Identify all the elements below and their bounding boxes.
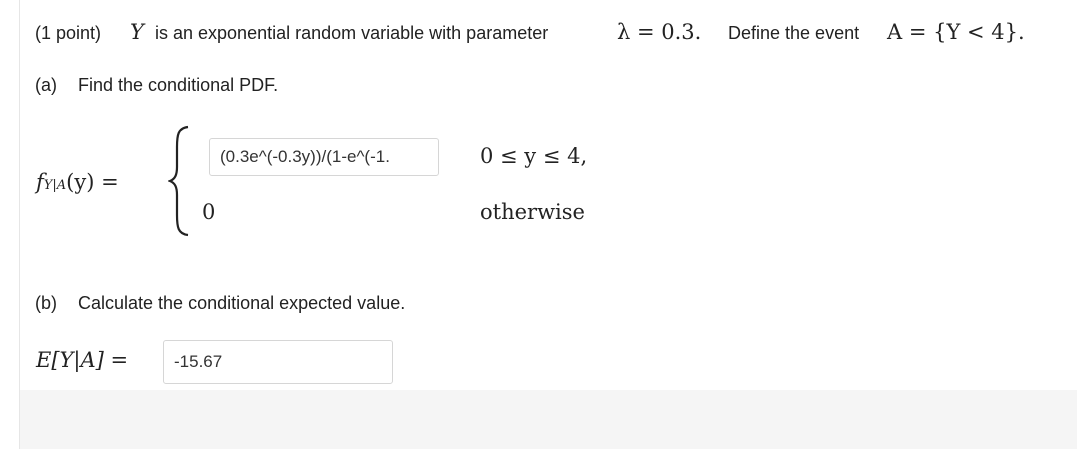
part-b-text: Calculate the conditional expected value… (78, 293, 406, 313)
define-event-text: Define the event (728, 23, 860, 43)
pdf-lhs: fY|A(y) = (36, 170, 119, 194)
intro-text: is an exponential random variable with p… (155, 23, 549, 43)
problem-card: (1 point) Y is an exponential random var… (20, 0, 1077, 390)
pdf-condition: 0 ≤ y ≤ 4, (480, 144, 588, 168)
left-brace-icon (168, 125, 189, 237)
points-label: (1 point) (35, 23, 102, 43)
variable-y: Y (130, 20, 144, 44)
part-b-label: (b) (35, 293, 57, 313)
part-a-label: (a) (35, 75, 57, 95)
expected-value-input[interactable] (163, 340, 393, 384)
expected-value-lhs: E[Y|A] = (36, 348, 129, 372)
lambda-equation: λ = 0.3. (617, 20, 702, 44)
part-a-text: Find the conditional PDF. (78, 75, 279, 95)
pdf-zero: 0 (202, 200, 216, 224)
event-definition: A = {Y < 4}. (887, 20, 1025, 44)
pdf-otherwise: otherwise (480, 200, 585, 224)
conditional-pdf-input[interactable] (209, 138, 439, 176)
